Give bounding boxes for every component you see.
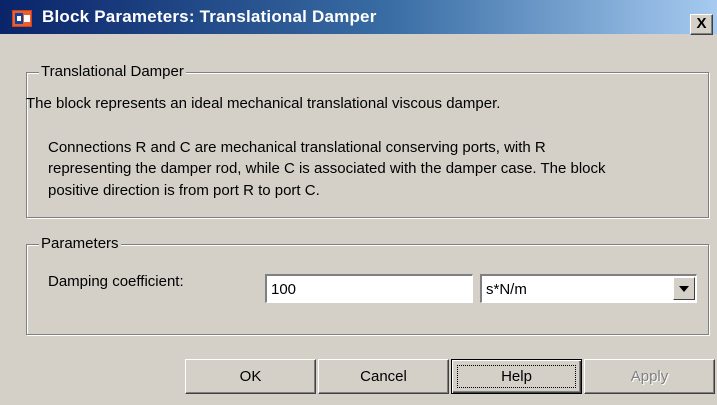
description-group-legend: Translational Damper — [39, 63, 186, 81]
parameters-group-legend: Parameters — [39, 235, 121, 253]
damping-coefficient-label: Damping coefficient: — [48, 273, 184, 290]
dialog-window: Block Parameters: Translational Damper X… — [0, 0, 717, 405]
description-line-3: representing the damper rod, while C is … — [48, 160, 606, 177]
description-line-4: positive direction is from port R to por… — [48, 182, 320, 199]
help-button-label: Help — [501, 368, 532, 385]
help-button[interactable]: Help — [451, 359, 582, 394]
title-bar[interactable]: Block Parameters: Translational Damper X — [0, 0, 717, 35]
dropdown-arrow-button[interactable] — [673, 277, 695, 300]
window-title: Block Parameters: Translational Damper — [42, 7, 377, 26]
damping-unit-select[interactable]: s*N/m — [480, 274, 697, 303]
cancel-button[interactable]: Cancel — [318, 359, 449, 394]
ok-button[interactable]: OK — [185, 359, 316, 394]
ok-button-label: OK — [239, 368, 262, 385]
simulink-block-icon — [12, 10, 32, 27]
description-line-2: Connections R and C are mechanical trans… — [48, 139, 546, 156]
damping-unit-value: s*N/m — [486, 281, 527, 298]
damping-coefficient-input[interactable]: 100 — [265, 274, 473, 303]
apply-button[interactable]: Apply — [584, 359, 715, 394]
close-icon: X — [696, 15, 707, 32]
apply-button-label: Apply — [630, 368, 669, 385]
description-line-1: The block represents an ideal mechanical… — [26, 95, 501, 112]
chevron-down-icon — [679, 286, 689, 292]
close-button[interactable]: X — [690, 14, 713, 35]
cancel-button-label: Cancel — [360, 368, 407, 385]
